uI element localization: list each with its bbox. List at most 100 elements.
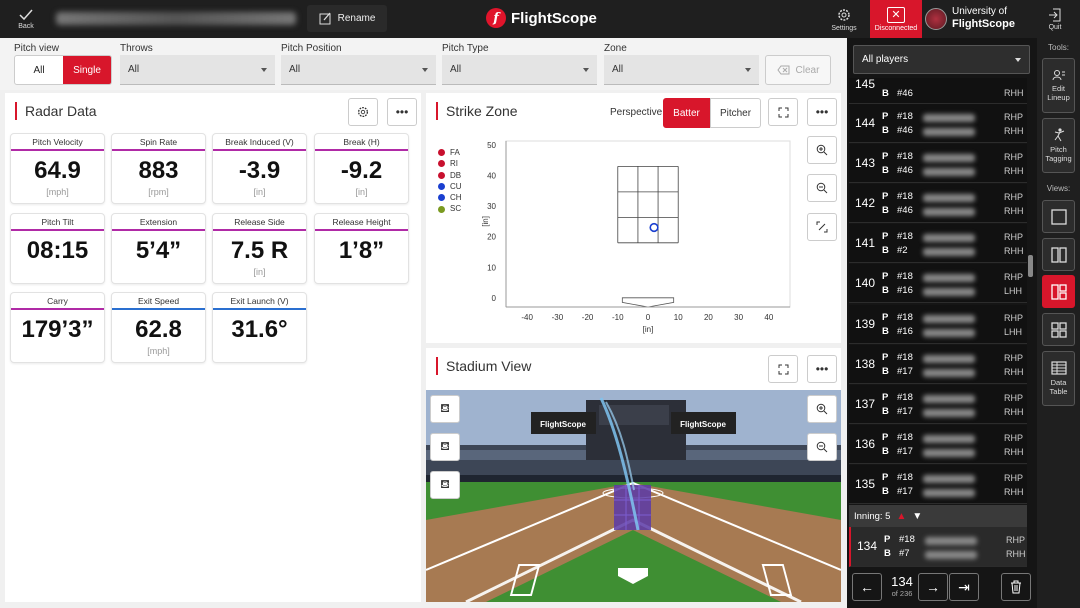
- pitch-row[interactable]: 141 P B #18 #2 RHP RHH: [849, 224, 1027, 264]
- metric-label: Carry: [11, 293, 104, 310]
- stadium-view-3d[interactable]: FlightScope FlightScope ⛾ ⛾ ⛾: [426, 390, 841, 602]
- pitch-row[interactable]: 135 P B #18 #17 RHP RHH: [849, 464, 1027, 504]
- reset-zoom-button[interactable]: [807, 213, 837, 241]
- view-three-panel-button[interactable]: [1042, 275, 1075, 308]
- data-table-button[interactable]: Data Table: [1042, 351, 1075, 406]
- strike-zone-more-button[interactable]: •••: [807, 98, 837, 126]
- expand-icon: [778, 107, 788, 117]
- zone-value: All: [612, 64, 624, 75]
- legend-item[interactable]: SC: [438, 203, 462, 214]
- batter-prefix: B: [882, 88, 889, 99]
- pitcher-number: #18: [897, 271, 913, 283]
- pitch-number: 139: [855, 316, 876, 331]
- pitch-row[interactable]: 140 P B #18 #16 RHP LHH: [849, 264, 1027, 304]
- zoom-out-icon: [816, 441, 828, 453]
- radar-settings-button[interactable]: [348, 98, 378, 126]
- radar-more-button[interactable]: •••: [387, 98, 417, 126]
- throws-dropdown[interactable]: All: [120, 55, 275, 85]
- settings-button[interactable]: Settings: [822, 0, 866, 38]
- svg-text:FlightScope: FlightScope: [540, 420, 586, 429]
- pitch-row[interactable]: 142 P B #18 #46 RHP RHH: [849, 184, 1027, 224]
- metric-label: Pitch Tilt: [11, 214, 104, 231]
- pitch-type-legend: FA RI DB CU CH SC: [438, 147, 462, 215]
- clear-button[interactable]: Clear: [765, 55, 831, 85]
- legend-item[interactable]: CU: [438, 181, 462, 192]
- pitch-row[interactable]: 144 P B #18 #46 RHP RHH: [849, 104, 1027, 143]
- pitch-tagging-label: Pitch Tagging: [1045, 145, 1072, 163]
- legend-item[interactable]: CH: [438, 192, 462, 203]
- pitch-view-toggle: All Single: [14, 55, 112, 85]
- perspective-batter-button[interactable]: Batter: [663, 98, 710, 128]
- pitch-row-partial[interactable]: 145 B #46 RHH: [849, 78, 1027, 104]
- view-grid-button[interactable]: [1042, 313, 1075, 346]
- camera-view-2-button[interactable]: ⛾: [430, 433, 460, 461]
- pitch-row[interactable]: 136 P B #18 #17 RHP RHH: [849, 424, 1027, 464]
- stadium-zoom-out-button[interactable]: [807, 433, 837, 461]
- stadium-sign-left: FlightScope: [531, 412, 596, 434]
- zoom-in-button[interactable]: [807, 136, 837, 164]
- metric-label: Exit Launch (V): [213, 293, 306, 310]
- layout-grid-icon: [1050, 321, 1067, 338]
- batter-name-blurred: [923, 288, 975, 297]
- university-badge: University of FlightScope: [925, 6, 1015, 31]
- legend-item[interactable]: FA: [438, 147, 462, 158]
- metric-value: 64.9: [34, 157, 81, 184]
- view-two-column-button[interactable]: [1042, 238, 1075, 271]
- zone-dropdown[interactable]: All: [604, 55, 759, 85]
- legend-item[interactable]: DB: [438, 170, 462, 181]
- pitcher-prefix: P: [882, 431, 889, 443]
- metric-card: Exit Speed 62.8 [mph]: [111, 292, 206, 363]
- metric-value: 5’4”: [135, 237, 182, 264]
- edit-icon: [319, 12, 331, 25]
- batter-prefix: B: [882, 205, 889, 217]
- metric-label: Exit Speed: [112, 293, 205, 310]
- stadium-more-button[interactable]: •••: [807, 355, 837, 383]
- metric-card: Break Induced (V) -3.9 [in]: [212, 133, 307, 204]
- batter-number: #17: [897, 445, 913, 457]
- delete-pitch-button[interactable]: [1001, 573, 1031, 601]
- quit-button[interactable]: Quit: [1040, 0, 1070, 38]
- data-table-label: Data Table: [1049, 378, 1068, 396]
- pitch-row-selected[interactable]: 134 P B #18 #7 RHP RHH: [849, 527, 1027, 567]
- batter-number: #17: [897, 405, 913, 417]
- metric-card: Extension 5’4”: [111, 213, 206, 284]
- pitch-tagging-button[interactable]: Pitch Tagging: [1042, 118, 1075, 173]
- next-pitch-button[interactable]: →: [918, 573, 948, 601]
- legend-item[interactable]: RI: [438, 158, 462, 169]
- pitch-type-dropdown[interactable]: All: [442, 55, 597, 85]
- stadium-zoom-in-button[interactable]: [807, 395, 837, 423]
- view-single-button[interactable]: [1042, 200, 1075, 233]
- strike-zone-expand-button[interactable]: [768, 98, 798, 126]
- batter-hand: RHH: [1004, 366, 1024, 377]
- pitch-row[interactable]: 138 P B #18 #17 RHP RHH: [849, 344, 1027, 384]
- stadium-expand-button[interactable]: [768, 355, 798, 383]
- pitch-row[interactable]: 139 P B #18 #16 RHP LHH: [849, 304, 1027, 344]
- pitcher-name-blurred: [923, 434, 975, 443]
- pitcher-number: #18: [897, 191, 913, 203]
- perspective-pitcher-button[interactable]: Pitcher: [710, 98, 761, 128]
- pitcher-hand: RHP: [1004, 152, 1024, 163]
- pitch-list-sidebar: All players 145 B #46 RHH 144 P B #18 #46 RHP…: [847, 38, 1037, 608]
- pitch-view-all[interactable]: All: [15, 56, 63, 84]
- y-tick-label: 20: [487, 233, 496, 242]
- zoom-out-button[interactable]: [807, 174, 837, 202]
- pitcher-name-blurred: [923, 314, 975, 323]
- rename-button[interactable]: Rename: [307, 5, 387, 32]
- list-scrollbar[interactable]: [1028, 255, 1033, 277]
- pitch-view-single[interactable]: Single: [63, 56, 111, 84]
- pitch-row[interactable]: 137 P B #18 #17 RHP RHH: [849, 384, 1027, 424]
- x-tick-label: -20: [582, 313, 594, 322]
- camera-view-1-button[interactable]: ⛾: [430, 395, 460, 423]
- edit-lineup-button[interactable]: Edit Lineup: [1042, 58, 1075, 113]
- connection-status-button[interactable]: ✕ Disconnected: [870, 0, 922, 38]
- back-button[interactable]: Back: [8, 0, 44, 38]
- x-tick-label: 0: [646, 313, 651, 322]
- pitch-position-dropdown[interactable]: All: [281, 55, 436, 85]
- player-filter-dropdown[interactable]: All players: [853, 45, 1030, 74]
- disconnected-label: Disconnected: [874, 24, 918, 32]
- tools-column: Tools: Edit Lineup Pitch Tagging Views: …: [1037, 38, 1080, 608]
- last-pitch-button[interactable]: ⇥: [949, 573, 979, 601]
- camera-view-3-button[interactable]: ⛾: [430, 471, 460, 499]
- pitch-row[interactable]: 143 P B #18 #46 RHP RHH: [849, 144, 1027, 184]
- previous-pitch-button[interactable]: ←: [852, 573, 882, 601]
